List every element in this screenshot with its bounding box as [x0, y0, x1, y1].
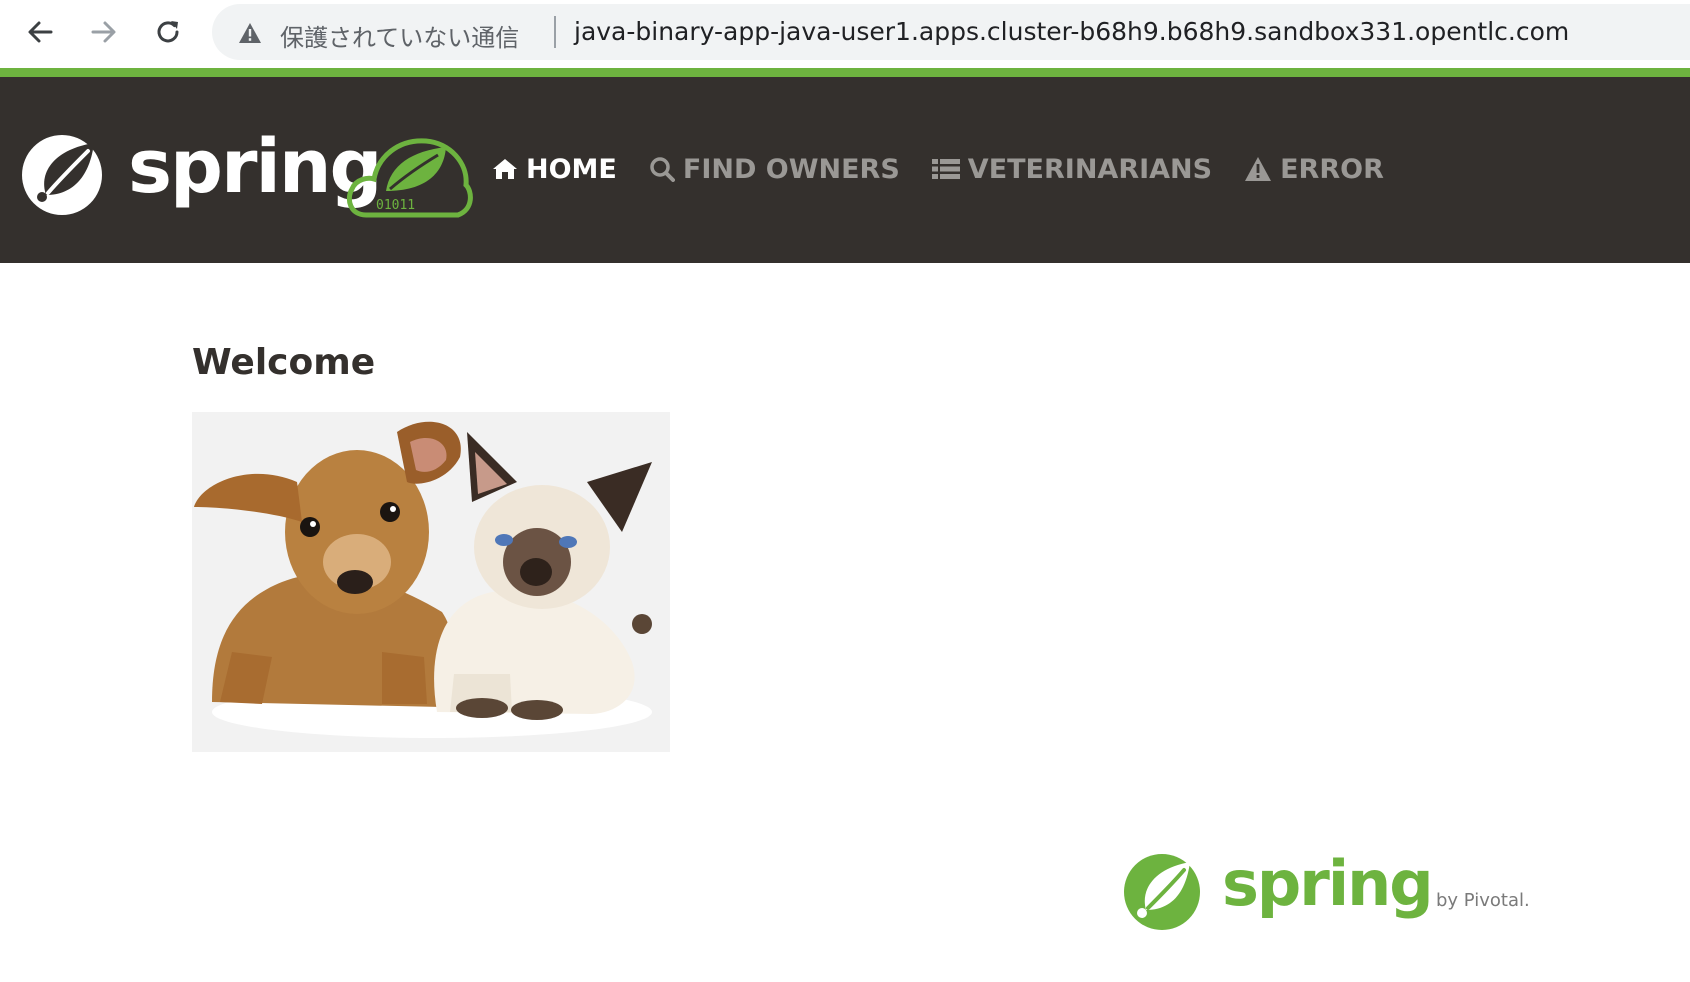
svg-text:01011: 01011 — [376, 198, 415, 213]
arrow-left-icon — [28, 21, 53, 43]
footer-brand-wordmark: spring — [1222, 847, 1434, 920]
spring-leaf-icon — [22, 135, 102, 215]
security-status-label[interactable]: 保護されていない通信 — [280, 18, 519, 53]
page-title: Welcome — [192, 342, 376, 383]
reload-icon — [157, 21, 179, 43]
spring-petclinic-logo[interactable]: spring 01011 — [18, 124, 476, 221]
back-button[interactable] — [18, 10, 62, 54]
reload-button[interactable] — [146, 10, 190, 54]
arrow-right-icon — [91, 21, 116, 43]
app-navbar: spring 01011 HOME FIND OWNERS VETERINARI… — [0, 77, 1690, 263]
nav-item-home[interactable]: HOME — [492, 154, 617, 185]
home-icon — [492, 157, 518, 181]
nav-item-veterinarians-label: VETERINARIANS — [967, 153, 1213, 185]
list-icon — [931, 158, 960, 180]
cloud-leaf-icon: 01011 — [346, 138, 473, 218]
nav-item-find-owners-label: FIND OWNERS — [682, 153, 900, 185]
address-divider — [554, 16, 556, 48]
pets-image — [192, 412, 670, 752]
warning-triangle-icon — [1244, 156, 1272, 182]
forward-button[interactable] — [82, 10, 126, 54]
search-icon — [649, 156, 675, 182]
warning-triangle-icon — [239, 23, 261, 43]
url-text[interactable]: java-binary-app-java-user1.apps.cluster-… — [574, 17, 1569, 46]
brand-wordmark: spring — [128, 124, 383, 210]
address-bar[interactable]: 保護されていない通信 java-binary-app-java-user1.ap… — [212, 4, 1690, 60]
nav-item-veterinarians[interactable]: VETERINARIANS — [931, 153, 1213, 185]
spring-by-pivotal-logo: spring by Pivotal. — [1122, 846, 1530, 936]
spring-leaf-icon — [1124, 854, 1200, 930]
nav-item-find-owners[interactable]: FIND OWNERS — [649, 154, 900, 185]
nav-item-error[interactable]: ERROR — [1244, 154, 1384, 185]
main-navigation: HOME FIND OWNERS VETERINARIANS ERROR — [492, 147, 1416, 191]
nav-item-error-label: ERROR — [1280, 153, 1384, 185]
nav-item-home-label: HOME — [526, 153, 617, 185]
browser-toolbar: 保護されていない通信 java-binary-app-java-user1.ap… — [0, 0, 1690, 70]
page-load-accent-bar — [0, 68, 1690, 77]
footer-by-pivotal-label: by Pivotal. — [1436, 890, 1530, 911]
